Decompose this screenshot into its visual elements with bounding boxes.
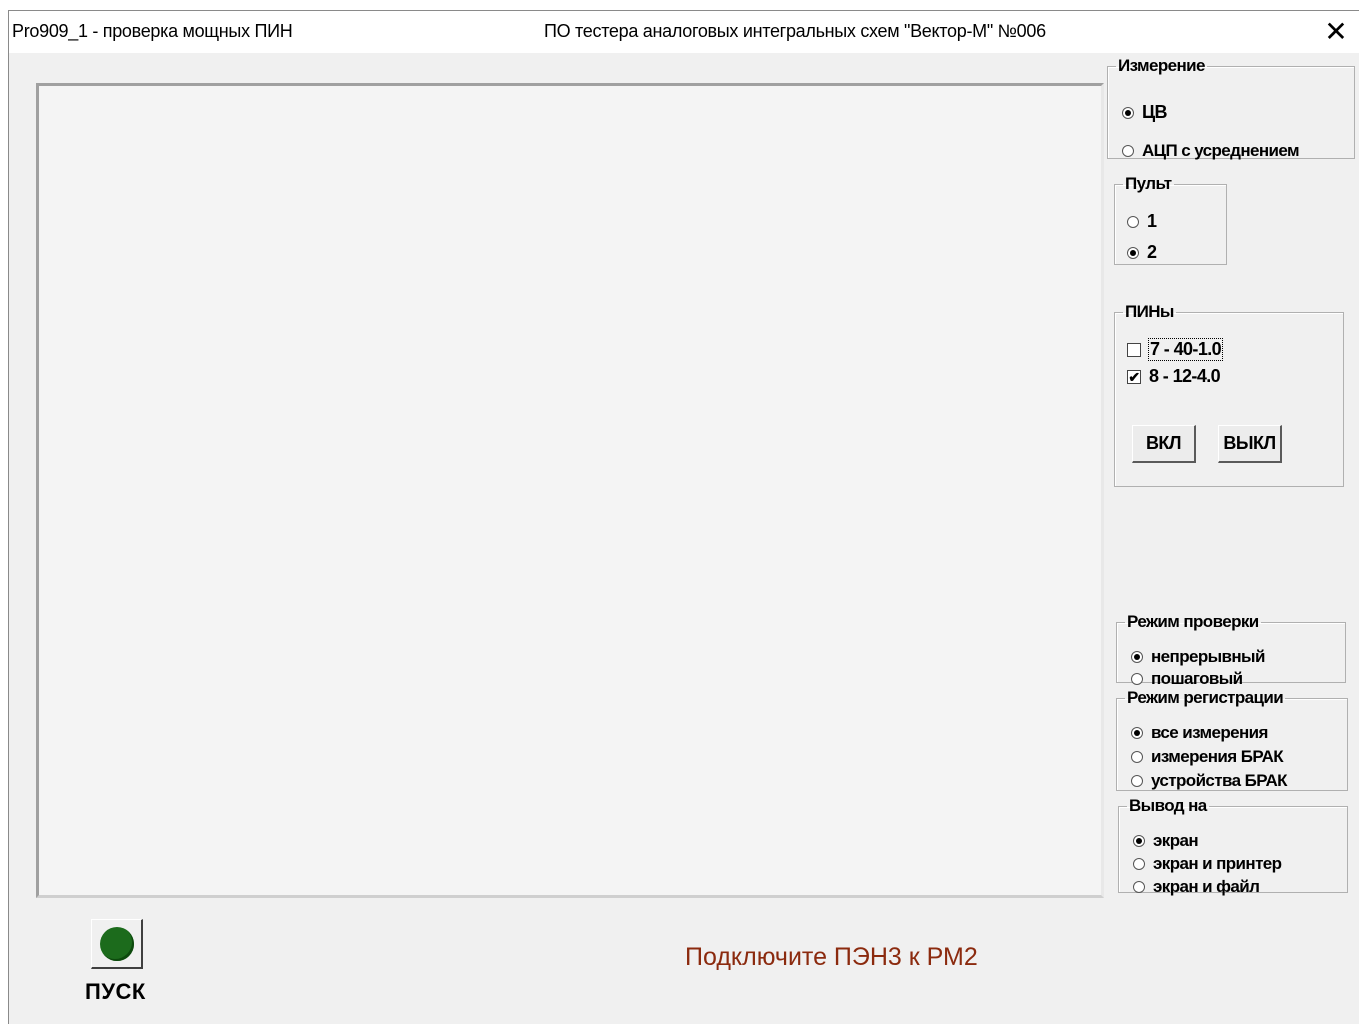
- check-mode-legend: Режим проверки: [1127, 612, 1259, 631]
- start-label: ПУСК: [85, 979, 146, 1004]
- measurement-option-cv[interactable]: ЦВ: [1122, 102, 1168, 123]
- option-label: все измерения: [1151, 723, 1268, 742]
- results-display-area: [36, 83, 1104, 898]
- checkmark-icon[interactable]: ✔: [1127, 369, 1141, 384]
- check-mode-continuous[interactable]: непрерывный: [1131, 647, 1265, 667]
- checkbox-icon[interactable]: [1127, 342, 1141, 357]
- title-bar: Pro909_1 - проверка мощных ПИН ПО тестер…: [9, 11, 1359, 53]
- pins-off-button[interactable]: ВЫКЛ: [1218, 425, 1282, 463]
- check-mode-step[interactable]: пошаговый: [1131, 669, 1243, 689]
- radio-icon[interactable]: [1131, 751, 1143, 763]
- check-mode-group: Режим проверки непрерывный пошаговый: [1116, 612, 1346, 688]
- radio-icon[interactable]: [1131, 775, 1143, 787]
- registration-reject-devices[interactable]: устройства БРАК: [1131, 771, 1288, 791]
- radio-icon[interactable]: [1133, 858, 1145, 870]
- option-label: экран и файл: [1153, 877, 1260, 896]
- option-label: экран: [1153, 831, 1199, 850]
- pins-legend: ПИНы: [1125, 302, 1174, 321]
- radio-icon[interactable]: [1122, 145, 1134, 157]
- option-label: устройства БРАК: [1151, 771, 1288, 790]
- measurement-legend: Измерение: [1118, 56, 1205, 75]
- console-option-2[interactable]: 2: [1127, 242, 1157, 263]
- main-window: Pro909_1 - проверка мощных ПИН ПО тестер…: [8, 10, 1359, 1024]
- radio-icon[interactable]: [1127, 246, 1139, 259]
- option-label: 2: [1147, 242, 1157, 262]
- close-icon[interactable]: ✕: [1319, 17, 1353, 47]
- measurement-option-adc[interactable]: АЦП с усреднением: [1122, 141, 1300, 161]
- console-group: Пульт 1 2: [1114, 175, 1227, 265]
- radio-icon[interactable]: [1131, 651, 1143, 663]
- measurement-group: Измерение ЦВ АЦП с усреднением: [1107, 56, 1355, 161]
- pins-group: ПИНы 7 - 40-1.0 ✔ 8 - 12-4.0 ВКЛ ВЫКЛ: [1114, 303, 1344, 487]
- option-label: измерения БРАК: [1151, 747, 1284, 766]
- pin-checkbox-7[interactable]: 7 - 40-1.0: [1127, 338, 1224, 361]
- registration-reject-measurements[interactable]: измерения БРАК: [1131, 747, 1284, 767]
- pins-on-button[interactable]: ВКЛ: [1132, 425, 1196, 463]
- option-label: 1: [1147, 211, 1157, 231]
- pin-label: 7 - 40-1.0: [1147, 338, 1224, 361]
- option-label: ЦВ: [1142, 102, 1168, 122]
- radio-icon[interactable]: [1131, 673, 1143, 685]
- radio-icon[interactable]: [1127, 215, 1139, 228]
- output-group: Вывод на экран экран и принтер экран и ф…: [1118, 796, 1348, 896]
- radio-icon[interactable]: [1122, 106, 1134, 119]
- green-led-icon: [100, 927, 134, 961]
- app-title: ПО тестера аналоговых интегральных схем …: [544, 21, 1046, 41]
- option-label: пошаговый: [1151, 669, 1243, 688]
- output-screen-file[interactable]: экран и файл: [1133, 877, 1260, 897]
- radio-icon[interactable]: [1133, 881, 1145, 893]
- pin-checkbox-8[interactable]: ✔ 8 - 12-4.0: [1127, 366, 1221, 387]
- radio-icon[interactable]: [1131, 727, 1143, 739]
- console-option-1[interactable]: 1: [1127, 211, 1157, 232]
- registration-mode-legend: Режим регистрации: [1127, 688, 1284, 707]
- option-label: АЦП с усреднением: [1142, 141, 1300, 160]
- option-label: непрерывный: [1151, 647, 1265, 666]
- console-legend: Пульт: [1125, 174, 1172, 193]
- output-screen-printer[interactable]: экран и принтер: [1133, 854, 1282, 874]
- radio-icon[interactable]: [1133, 835, 1145, 847]
- start-button[interactable]: [91, 919, 143, 969]
- status-message: Подключите ПЭН3 к РМ2: [685, 943, 978, 971]
- registration-mode-group: Режим регистрации все измерения измерени…: [1116, 689, 1348, 791]
- output-legend: Вывод на: [1129, 796, 1207, 815]
- program-title: Pro909_1 - проверка мощных ПИН: [12, 21, 293, 41]
- registration-all[interactable]: все измерения: [1131, 723, 1268, 743]
- output-screen[interactable]: экран: [1133, 831, 1199, 851]
- pin-label: 8 - 12-4.0: [1149, 366, 1221, 386]
- option-label: экран и принтер: [1153, 854, 1282, 873]
